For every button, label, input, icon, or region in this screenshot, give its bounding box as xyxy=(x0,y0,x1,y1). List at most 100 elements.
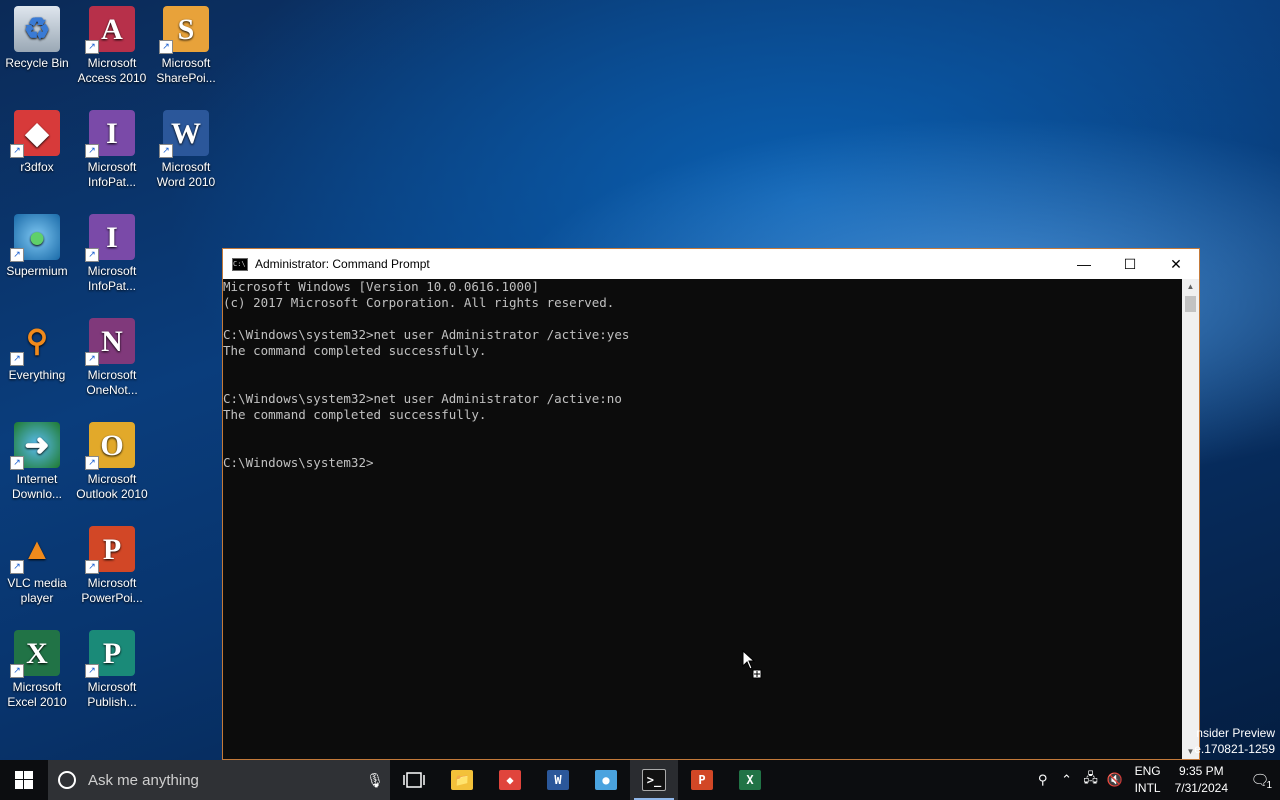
mouse-cursor-icon xyxy=(742,650,762,679)
console-line: C:\Windows\system32>net user Administrat… xyxy=(223,327,630,342)
close-icon: ✕ xyxy=(1170,255,1182,272)
taskbar-app-word[interactable]: W xyxy=(534,760,582,800)
desktop-icon[interactable]: A ↗ Microsoft Access 2010 xyxy=(75,0,149,86)
excel-icon: X xyxy=(739,770,761,790)
console-line: C:\Windows\system32>net user Administrat… xyxy=(223,391,622,406)
cmd-app-icon: C:\ xyxy=(232,257,248,271)
windows-logo-icon xyxy=(15,771,33,789)
desktop-icon-label-line2: Access 2010 xyxy=(77,71,147,85)
cortana-search-box[interactable]: Ask me anything 🎙 xyxy=(48,760,390,800)
taskbar-app-excel[interactable]: X xyxy=(726,760,774,800)
shortcut-arrow-icon: ↗ xyxy=(85,456,99,470)
word-icon: W xyxy=(547,770,569,790)
desktop-icon-label-line2: OneNot... xyxy=(86,383,138,397)
desktop-icon-label-line2: player xyxy=(20,591,54,605)
everything-icon: ⚲ ↗ xyxy=(10,318,60,366)
clock-date: 7/31/2024 xyxy=(1174,781,1228,795)
desktop-icon-label: Microsoft xyxy=(87,472,137,486)
taskbar: Ask me anything 🎙 📁 ◆ W ● >_ P X ⚲ ⌃ 🖧 🔇 ENG I… xyxy=(0,760,1280,800)
desktop-icon-label: Supermium xyxy=(6,264,68,278)
console-output[interactable]: Microsoft Windows [Version 10.0.0616.100… xyxy=(223,279,1183,759)
scroll-up-icon[interactable]: ▲ xyxy=(1182,279,1199,294)
console-line: Microsoft Windows [Version 10.0.0616.100… xyxy=(223,279,540,294)
desktop-icon-label: r3dfox xyxy=(20,160,54,174)
outlook-icon: O ↗ xyxy=(85,422,135,470)
taskbar-app-r3dfox[interactable]: ◆ xyxy=(486,760,534,800)
keyboard-layout: INTL xyxy=(1134,781,1161,795)
window-title: Administrator: Command Prompt xyxy=(255,257,430,271)
desktop-icon[interactable]: P ↗ Microsoft Publish... xyxy=(75,624,149,710)
task-view-button[interactable] xyxy=(390,760,438,800)
shortcut-arrow-icon: ↗ xyxy=(10,456,24,470)
desktop-icon[interactable]: I ↗ Microsoft InfoPat... xyxy=(75,104,149,190)
desktop-icon-label: VLC media xyxy=(7,576,67,590)
desktop-icon[interactable]: ⚲ ↗ Everything xyxy=(0,312,74,383)
close-button[interactable]: ✕ xyxy=(1153,249,1199,279)
powerpoint-icon: P ↗ xyxy=(85,526,135,574)
desktop-icon-label: Recycle Bin xyxy=(5,56,69,70)
minimize-icon: — xyxy=(1077,256,1091,272)
volume-muted-icon[interactable]: 🔇 xyxy=(1103,772,1127,788)
desktop-icon-label-line2: InfoPat... xyxy=(87,175,137,189)
desktop-icon[interactable]: ➜ ↗ Internet Downlo... xyxy=(0,416,74,502)
command-prompt-window[interactable]: C:\ Administrator: Command Prompt — ☐ ✕ … xyxy=(222,248,1200,760)
desktop-icon-label-line2: InfoPat... xyxy=(87,279,137,293)
input-language-indicator[interactable]: ENG INTL xyxy=(1135,763,1161,797)
desktop-icon-label-line2: Outlook 2010 xyxy=(76,487,148,501)
shortcut-arrow-icon: ↗ xyxy=(10,144,24,158)
desktop-icon-label: Everything xyxy=(8,368,66,382)
people-icon[interactable]: ⚲ xyxy=(1031,772,1055,788)
network-icon[interactable]: 🖧 xyxy=(1079,769,1103,791)
maximize-button[interactable]: ☐ xyxy=(1107,249,1153,279)
desktop-icon-label-line2: Publish... xyxy=(87,695,137,709)
shortcut-arrow-icon: ↗ xyxy=(85,560,99,574)
desktop-icon[interactable]: S ↗ Microsoft SharePoi... xyxy=(149,0,223,86)
shortcut-arrow-icon: ↗ xyxy=(85,40,99,54)
taskbar-app-file-explorer[interactable]: 📁 xyxy=(438,760,486,800)
window-titlebar[interactable]: C:\ Administrator: Command Prompt — ☐ ✕ xyxy=(223,249,1199,279)
supermium-icon: ● xyxy=(595,770,617,790)
desktop-icon[interactable]: ♻ Recycle Bin xyxy=(0,0,74,71)
desktop-icon[interactable]: W ↗ Microsoft Word 2010 xyxy=(149,104,223,190)
internet-download-manager-icon: ➜ ↗ xyxy=(10,422,60,470)
desktop-icon[interactable]: O ↗ Microsoft Outlook 2010 xyxy=(75,416,149,502)
scroll-thumb[interactable] xyxy=(1185,296,1196,312)
shortcut-arrow-icon: ↗ xyxy=(10,560,24,574)
shortcut-arrow-icon: ↗ xyxy=(159,144,173,158)
taskbar-pinned-apps: 📁 ◆ W ● >_ P X xyxy=(438,760,774,800)
clock[interactable]: 9:35 PM 7/31/2024 xyxy=(1175,763,1228,797)
start-button[interactable] xyxy=(0,760,48,800)
cortana-icon xyxy=(58,771,76,789)
watermark-line1: nsider Preview xyxy=(1196,726,1275,740)
taskbar-app-command-prompt[interactable]: >_ xyxy=(630,760,678,800)
minimize-button[interactable]: — xyxy=(1061,249,1107,279)
infopath-icon: I ↗ xyxy=(85,214,135,262)
maximize-icon: ☐ xyxy=(1123,255,1137,272)
publisher-icon: P ↗ xyxy=(85,630,135,678)
shortcut-arrow-icon: ↗ xyxy=(85,144,99,158)
taskbar-app-supermium[interactable]: ● xyxy=(582,760,630,800)
desktop-icon-label: Microsoft xyxy=(87,576,137,590)
desktop-icon[interactable]: ● ↗ Supermium xyxy=(0,208,74,279)
desktop-icon[interactable]: P ↗ Microsoft PowerPoi... xyxy=(75,520,149,606)
desktop-icon[interactable]: ▲ ↗ VLC media player xyxy=(0,520,74,606)
desktop-icon[interactable]: X ↗ Microsoft Excel 2010 xyxy=(0,624,74,710)
desktop-icon[interactable]: ◆ ↗ r3dfox xyxy=(0,104,74,175)
action-center-button[interactable]: 🗨 1 xyxy=(1240,771,1280,791)
taskbar-app-powerpoint[interactable]: P xyxy=(678,760,726,800)
desktop-icon-label: Microsoft xyxy=(87,160,137,174)
show-hidden-icons-chevron-up-icon[interactable]: ⌃ xyxy=(1055,772,1079,788)
desktop-icon[interactable]: N ↗ Microsoft OneNot... xyxy=(75,312,149,398)
desktop-icon[interactable]: I ↗ Microsoft InfoPat... xyxy=(75,208,149,294)
shortcut-arrow-icon: ↗ xyxy=(10,248,24,262)
vertical-scrollbar[interactable]: ▲ ▼ xyxy=(1182,279,1199,759)
microphone-icon[interactable]: 🎙 xyxy=(360,772,390,789)
console-line: The command completed successfully. xyxy=(223,343,487,358)
search-placeholder[interactable]: Ask me anything xyxy=(88,772,360,789)
notification-count: 1 xyxy=(1266,780,1272,791)
build-watermark: nsider Preview e.170821-1259 xyxy=(1194,726,1275,756)
r3dfox-icon: ◆ xyxy=(499,770,521,790)
file-explorer-icon: 📁 xyxy=(451,770,473,790)
onenote-icon: N ↗ xyxy=(85,318,135,366)
